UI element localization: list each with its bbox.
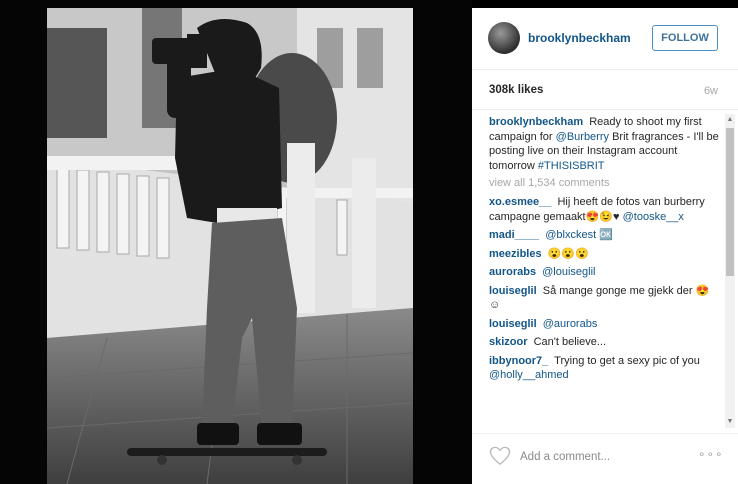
comment-username[interactable]: louiseglil: [489, 318, 537, 330]
comment-mention[interactable]: @blxckest: [545, 229, 596, 241]
comment-mention[interactable]: @tooske__x: [623, 211, 684, 223]
post-age[interactable]: 6w: [704, 85, 718, 97]
post-photo[interactable]: [47, 8, 413, 484]
post-header: brooklynbeckham FOLLOW: [472, 8, 738, 70]
scrollbar-thumb[interactable]: [726, 128, 734, 276]
comment-suffix: 🆗: [599, 229, 613, 241]
comment-username[interactable]: skizoor: [489, 336, 528, 348]
comment-username[interactable]: aurorabs: [489, 266, 536, 278]
heart-outline-icon[interactable]: [489, 446, 511, 466]
comment-username[interactable]: ibbynoor7_: [489, 355, 548, 367]
comment-item: xo.esmee__ Hij heeft de fotos van burber…: [489, 195, 719, 224]
comment-item: madi____ @blxckest 🆗: [489, 228, 719, 243]
comment-item: aurorabs @louiseglil: [489, 265, 719, 280]
comment-item: louiseglil @aurorabs: [489, 317, 719, 332]
add-comment-input[interactable]: [520, 448, 690, 466]
comment-username[interactable]: madi____: [489, 229, 539, 241]
caption: brooklynbeckham Ready to shoot my first …: [489, 115, 719, 173]
instagram-post-modal: brooklynbeckham FOLLOW 308k likes 6w bro…: [0, 0, 738, 484]
comment-item: ibbynoor7_ Trying to get a sexy pic of y…: [489, 354, 719, 383]
username-link[interactable]: brooklynbeckham: [528, 31, 631, 45]
view-all-comments-link[interactable]: view all 1,534 comments: [489, 176, 719, 190]
likes-count[interactable]: 308k likes: [489, 84, 543, 96]
caption-hashtag[interactable]: #THISISBRIT: [538, 160, 605, 172]
comment-item: louiseglil Så mange gonge me gjekk der 😍…: [489, 284, 719, 313]
comment-mention[interactable]: @holly__ahmed: [489, 369, 569, 381]
more-options-icon[interactable]: ∘∘∘: [698, 447, 724, 461]
comment-text: Trying to get a sexy pic of you: [554, 354, 700, 367]
comments-scroll-content: brooklynbeckham Ready to shoot my first …: [489, 115, 719, 387]
comment-mention[interactable]: @louiseglil: [542, 266, 595, 278]
comment-username[interactable]: louiseglil: [489, 285, 537, 297]
comment-username[interactable]: xo.esmee__: [489, 196, 551, 208]
comment-item: skizoor Can't believe...: [489, 335, 719, 350]
comment-item: meezibles 😮😮😮: [489, 247, 719, 262]
post-details-panel: brooklynbeckham FOLLOW 308k likes 6w bro…: [472, 8, 738, 484]
post-footer: ∘∘∘: [472, 433, 738, 484]
caption-username[interactable]: brooklynbeckham: [489, 116, 583, 128]
comment-text: Can't believe...: [533, 336, 606, 348]
photo-illustration: [47, 8, 413, 484]
profile-avatar[interactable]: [488, 22, 520, 54]
post-stats: 308k likes 6w: [472, 70, 738, 110]
comment-username[interactable]: meezibles: [489, 248, 542, 260]
comment-mention[interactable]: @aurorabs: [543, 318, 598, 330]
comments-list[interactable]: brooklynbeckham Ready to shoot my first …: [472, 111, 738, 429]
comments-scrollbar[interactable]: ▲ ▼: [725, 114, 735, 428]
comment-text: 😮😮😮: [547, 247, 589, 260]
caption-mention[interactable]: @Burberry: [556, 131, 609, 143]
follow-button[interactable]: FOLLOW: [652, 25, 718, 51]
scroll-down-arrow-icon[interactable]: ▼: [725, 416, 735, 428]
scroll-up-arrow-icon[interactable]: ▲: [725, 114, 735, 126]
